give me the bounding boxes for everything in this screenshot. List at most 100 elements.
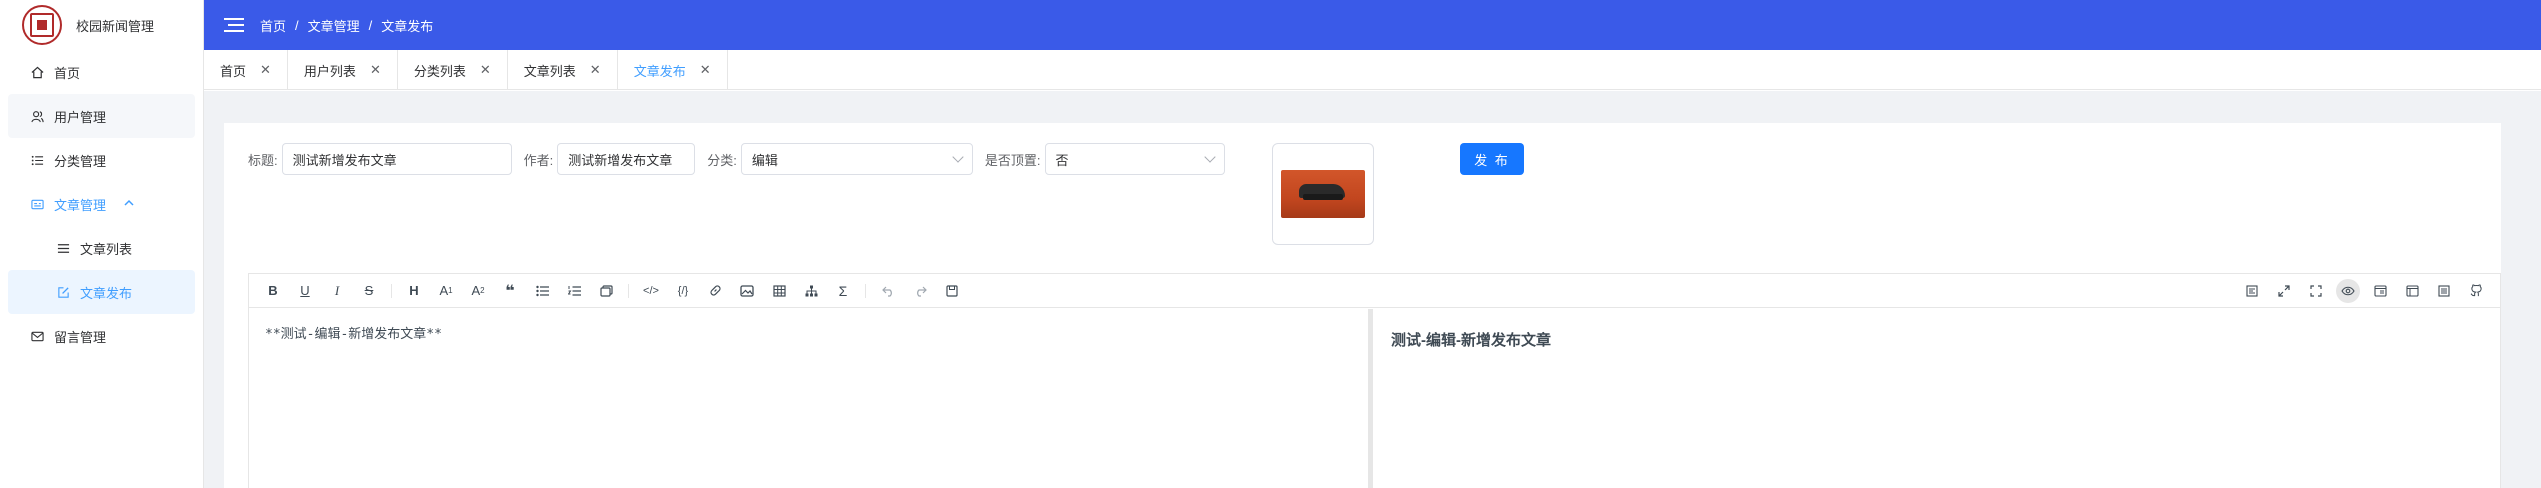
underline-icon[interactable]: U [289,279,321,303]
sidebar-item-label: 留言管理 [54,329,107,345]
fullscreen-icon[interactable] [2300,279,2332,303]
preview-text: 测试-编辑-新增发布文章 [1391,332,1551,349]
github-icon[interactable] [2460,279,2492,303]
code-block-icon[interactable] [590,279,622,303]
article-icon [30,197,44,211]
title-label: 标题: [248,152,278,168]
outline-icon[interactable] [2428,279,2460,303]
sidebar-item-home[interactable]: 首页 [0,50,203,94]
tab-label: 分类列表 [413,63,466,79]
sidebar-subitem-label: 文章发布 [80,285,133,301]
top-header: 首页 / 文章管理 / 文章发布 [204,0,2541,50]
toolbar-divider [391,283,392,298]
app-title: 校园新闻管理 [76,18,155,34]
home-icon [30,65,44,79]
sidebar: 校园新闻管理 首页 用户管理 分类管理 文章管理 文章列表 文章发布 留言管理 [0,0,204,488]
undo-icon[interactable] [872,279,904,303]
image-icon[interactable] [731,279,763,303]
sidebar-item-users[interactable]: 用户管理 [8,94,195,138]
category-value: 编辑 [751,152,778,168]
top-label: 是否顶置: [984,152,1041,168]
author-input[interactable]: 测试新增发布文章 [557,143,696,175]
markdown-input[interactable]: **测试-编辑-新增发布文章** [249,309,1373,488]
title-value: 测试新增发布文章 [292,152,397,168]
close-icon[interactable]: ✕ [260,62,271,78]
redo-icon[interactable] [904,279,936,303]
users-icon [30,109,44,123]
tab-article-publish[interactable]: 文章发布 ✕ [618,50,728,90]
sidebar-item-articles[interactable]: 文章管理 [0,182,203,226]
close-icon[interactable]: ✕ [700,62,711,78]
category-label: 分类: [707,152,737,168]
publish-card: 标题: 测试新增发布文章 作者: 测试新增发布文章 分类: 编辑 是否顶置: 否… [224,123,2501,488]
save-icon[interactable] [936,279,968,303]
category-select[interactable]: 编辑 [740,143,973,175]
close-icon[interactable]: ✕ [370,62,381,78]
sidebar-item-label: 用户管理 [54,109,107,125]
title-input[interactable]: 测试新增发布文章 [281,143,512,175]
article-form: 标题: 测试新增发布文章 作者: 测试新增发布文章 分类: 编辑 是否顶置: 否 [248,143,1237,175]
italic-icon[interactable]: I [321,279,353,303]
tab-label: 首页 [220,63,247,79]
unordered-list-icon[interactable] [526,279,558,303]
preview-eye-icon[interactable] [2336,278,2360,303]
close-icon[interactable]: ✕ [590,62,601,78]
heading-icon[interactable]: H [398,279,430,303]
chevron-down-icon [952,151,964,163]
sidebar-subitem-label: 文章列表 [80,241,133,257]
link-icon[interactable] [699,279,731,303]
chevron-down-icon [1203,151,1216,163]
main-content: 标题: 测试新增发布文章 作者: 测试新增发布文章 分类: 编辑 是否顶置: 否… [204,91,2541,488]
inline-code-icon[interactable]: </> [635,279,667,303]
publish-button[interactable]: 发 布 [1460,143,1524,175]
menu-icon [56,241,70,255]
quote-icon[interactable]: ❝ [494,279,526,303]
sidebar-item-categories[interactable]: 分类管理 [0,138,203,182]
toolbar-divider [865,283,866,298]
cover-image [1281,170,1365,218]
breadcrumb-separator: / [368,17,373,33]
bold-icon[interactable]: B [257,279,289,303]
tab-article-list[interactable]: 文章列表 ✕ [508,50,618,90]
collapse-menu-icon[interactable] [224,17,244,33]
subscript-icon[interactable]: A1 [430,279,462,303]
list-icon [30,153,44,167]
tab-home[interactable]: 首页 ✕ [204,50,288,90]
toolbar-left-group: B U I S H A1 A2 ❝ </> {/} Σ [257,279,968,303]
markdown-text: **测试-编辑-新增发布文章** [265,327,442,342]
diagram-icon[interactable] [795,279,827,303]
superscript-icon[interactable]: A2 [462,279,494,303]
ordered-list-icon[interactable] [558,279,590,303]
edit-icon [56,285,70,299]
tab-category-list[interactable]: 分类列表 ✕ [398,50,508,90]
logo-row: 校园新闻管理 [0,0,203,50]
breadcrumb-item-home[interactable]: 首页 [260,16,286,35]
cover-image-upload[interactable] [1272,143,1374,245]
tab-label: 用户列表 [303,63,356,79]
code-icon[interactable]: {/} [667,279,699,303]
prettier-icon[interactable] [2236,279,2268,303]
breadcrumb-item-articles[interactable]: 文章管理 [308,16,360,35]
editor-toolbar: B U I S H A1 A2 ❝ </> {/} Σ [249,274,2500,308]
toolbar-right-group [2236,278,2492,303]
top-select[interactable]: 否 [1044,143,1225,175]
close-icon[interactable]: ✕ [480,62,491,78]
formula-icon[interactable]: Σ [827,279,859,303]
catalog-icon[interactable] [2396,279,2428,303]
breadcrumb: 首页 / 文章管理 / 文章发布 [260,16,433,35]
sidebar-item-messages[interactable]: 留言管理 [0,314,203,358]
strikethrough-icon[interactable]: S [353,279,385,303]
editor-panes: **测试-编辑-新增发布文章** 测试-编辑-新增发布文章 [249,309,2500,488]
table-icon[interactable] [763,279,795,303]
tab-user-list[interactable]: 用户列表 ✕ [288,50,398,90]
chevron-up-icon [124,198,134,210]
sidebar-subitem-article-list[interactable]: 文章列表 [0,226,203,270]
author-value: 测试新增发布文章 [568,152,673,168]
markdown-preview: 测试-编辑-新增发布文章 [1373,309,2500,488]
html-preview-icon[interactable] [2364,279,2396,303]
author-label: 作者: [523,152,554,168]
sidebar-subitem-article-publish[interactable]: 文章发布 [8,270,195,314]
mail-icon [30,329,44,343]
page-fullscreen-icon[interactable] [2268,279,2300,303]
sidebar-item-label: 首页 [54,65,81,81]
